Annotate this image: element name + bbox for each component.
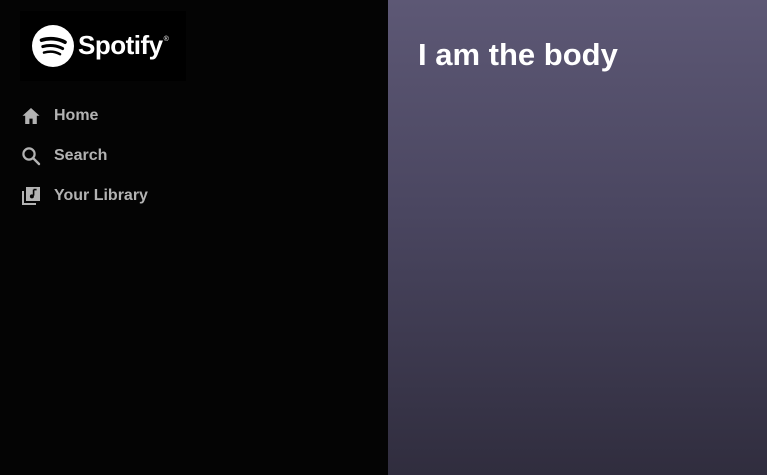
sidebar-item-home[interactable]: Home xyxy=(20,96,148,136)
sidebar: Spotify® Home Search Your Library xyxy=(0,0,388,475)
main-body: I am the body xyxy=(388,0,767,475)
home-icon xyxy=(20,105,42,127)
library-icon xyxy=(20,185,42,207)
spotify-logo-icon xyxy=(32,25,74,67)
sidebar-item-label: Search xyxy=(54,147,108,164)
page-title: I am the body xyxy=(418,37,618,72)
sidebar-item-label: Home xyxy=(54,107,99,124)
sidebar-nav: Home Search Your Library xyxy=(20,96,148,216)
app-window: Spotify® Home Search Your Library I am t… xyxy=(0,0,767,475)
spotify-wordmark: Spotify® xyxy=(78,29,169,60)
sidebar-item-search[interactable]: Search xyxy=(20,136,148,176)
trademark-symbol: ® xyxy=(163,35,169,43)
search-icon xyxy=(20,145,42,167)
sidebar-item-label: Your Library xyxy=(54,187,148,204)
sidebar-item-your-library[interactable]: Your Library xyxy=(20,176,148,216)
spotify-logo[interactable]: Spotify® xyxy=(20,11,186,81)
